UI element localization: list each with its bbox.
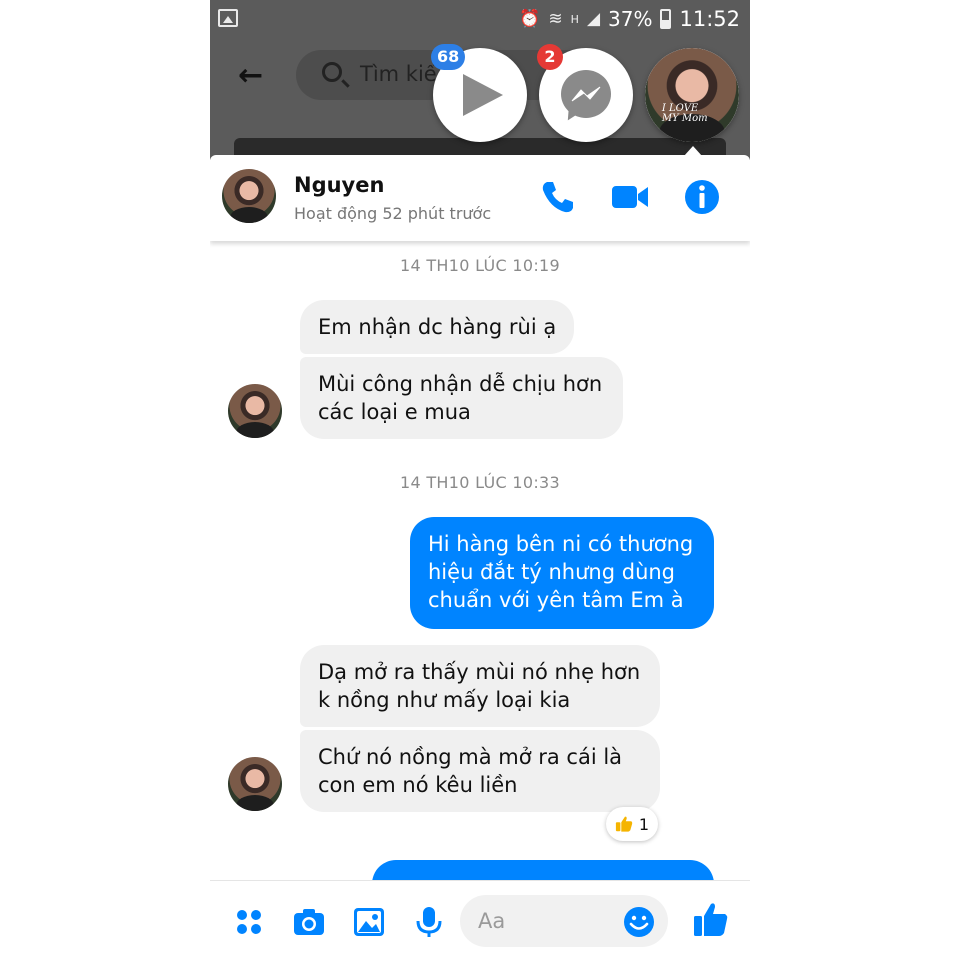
- outgoing-message[interactable]: Hi hàng bên ni có thương hiệu đắt tý như…: [410, 517, 714, 629]
- sender-avatar: [228, 757, 282, 811]
- incoming-message[interactable]: Chứ nó nồng mà mở ra cái là con em nó kê…: [300, 730, 660, 812]
- video-chat-head[interactable]: 68: [431, 44, 527, 142]
- sender-avatar: [228, 384, 282, 438]
- image-icon[interactable]: [352, 905, 386, 939]
- thumbs-up-icon[interactable]: [692, 901, 730, 939]
- composer-bar: Aa: [210, 880, 750, 960]
- incoming-message[interactable]: Dạ mở ra thấy mùi nó nhẹ hơn k nồng như …: [300, 645, 660, 727]
- timestamp: 14 TH10 LÚC 10:33: [400, 473, 560, 492]
- play-icon: [463, 74, 503, 116]
- video-badge: 68: [431, 44, 466, 70]
- battery-icon: [660, 9, 672, 29]
- alarm-icon: ⏰: [519, 9, 541, 29]
- battery-percent: 37%: [608, 7, 653, 31]
- info-icon[interactable]: [682, 177, 722, 217]
- back-arrow-icon[interactable]: ←: [238, 58, 263, 93]
- wifi-icon: ≋: [548, 9, 563, 29]
- gallery-notification-icon: [218, 9, 238, 27]
- contact-chat-head[interactable]: I LOVE MY Mom: [645, 48, 739, 142]
- reaction-count: 1: [638, 814, 650, 834]
- messenger-badge: 2: [537, 44, 563, 70]
- messenger-bolt-icon: [571, 86, 601, 102]
- message-reaction[interactable]: 1: [606, 807, 658, 841]
- incoming-message[interactable]: Mùi công nhận dễ chịu hơn các loại e mua: [300, 357, 623, 439]
- clock: 11:52: [679, 7, 740, 31]
- contact-status: Hoạt động 52 phút trước: [294, 204, 492, 223]
- incoming-message[interactable]: Em nhận dc hàng rùi ạ: [300, 300, 575, 354]
- thumbs-up-icon: [615, 816, 633, 832]
- message-input[interactable]: Aa: [460, 895, 668, 947]
- search-icon: [322, 62, 342, 82]
- camera-icon[interactable]: [292, 905, 326, 939]
- phone-screen: ⏰ ≋ H ◢ 37% 11:52 ← Tìm kiế 68 2 I LOVE …: [210, 0, 750, 960]
- search-placeholder: Tìm kiế: [360, 62, 437, 86]
- network-type: H: [570, 12, 579, 26]
- contact-avatar[interactable]: [222, 169, 276, 223]
- messenger-chat-head[interactable]: 2: [537, 44, 633, 142]
- phone-icon[interactable]: [538, 177, 578, 217]
- microphone-icon[interactable]: [412, 905, 446, 939]
- status-bar: ⏰ ≋ H ◢ 37% 11:52: [210, 0, 750, 38]
- contact-name[interactable]: Nguyen: [294, 173, 384, 197]
- conversation-header: Nguyen Hoạt động 52 phút trước: [210, 155, 750, 241]
- message-input-placeholder: Aa: [478, 909, 506, 933]
- video-camera-icon[interactable]: [610, 177, 650, 217]
- avatar: I LOVE MY Mom: [645, 48, 739, 142]
- signal-icon: ◢: [586, 9, 601, 29]
- avatar-caption: I LOVE MY Mom: [661, 103, 708, 125]
- apps-icon[interactable]: [232, 905, 266, 939]
- emoji-icon[interactable]: [623, 906, 655, 938]
- timestamp: 14 TH10 LÚC 10:19: [400, 256, 560, 275]
